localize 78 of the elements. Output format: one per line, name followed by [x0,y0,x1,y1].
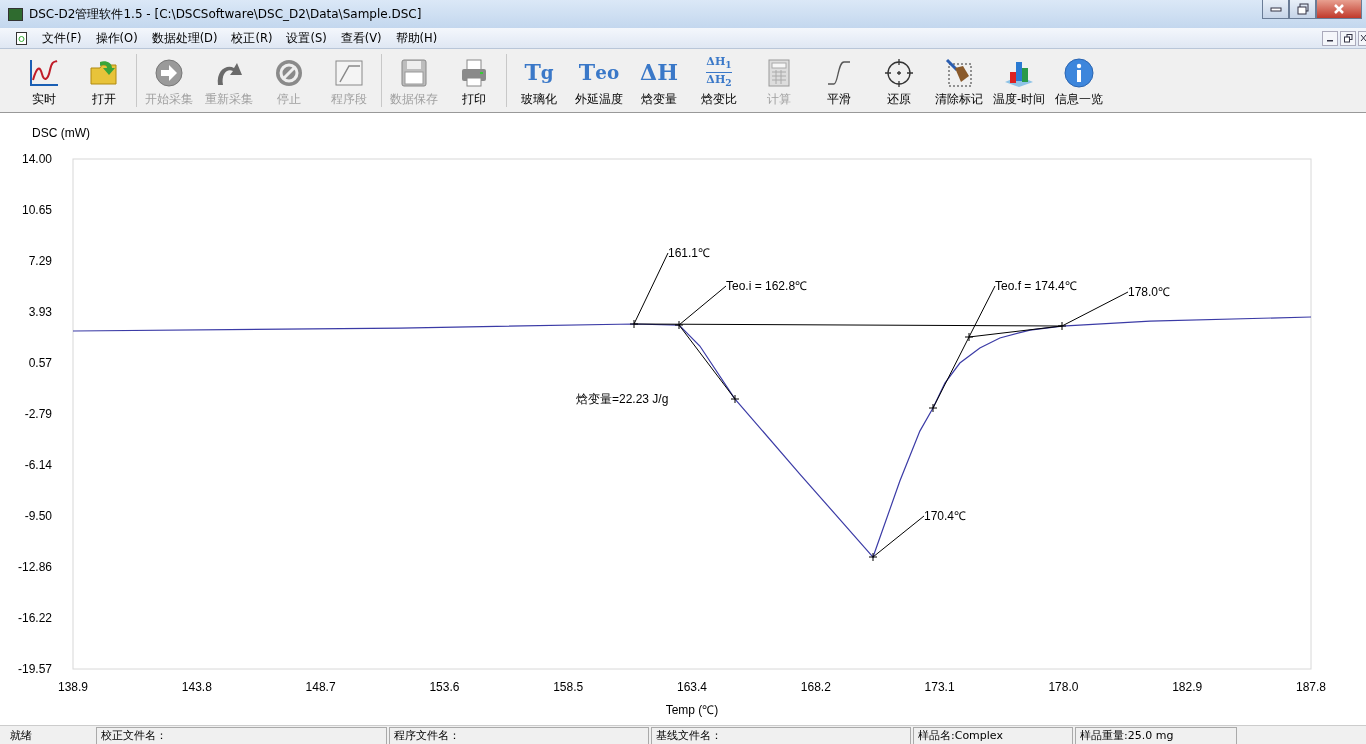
toolbar-button[interactable]: 实时 [14,49,74,112]
axis-tick-label: -6.14 [24,457,52,472]
toolbar-button[interactable]: 还原 [869,49,929,112]
menu-item[interactable]: 设置(S) [279,30,334,46]
axis-tick-label: 7.29 [28,253,52,268]
leader-line [872,515,925,558]
close-icon [1333,3,1345,15]
axis-tick-label: 0.57 [28,356,52,371]
toolbar-button[interactable]: ΔH 焓变量 [629,49,689,112]
prohibited-icon [273,58,305,88]
formula-symbol: ΔH [640,58,678,87]
menu-item[interactable]: 数据处理(D) [144,30,225,46]
status-panel: 基线文件名： [651,726,911,744]
axis-tick-label: 10.65 [21,202,52,217]
close-button[interactable] [1316,0,1362,19]
status-text: 就绪 [9,727,33,743]
restore-button[interactable] [1340,30,1356,46]
window-title: DSC-D2管理软件1.5 - [C:\DSCSoftware\DSC_D2\Data\Sample.DSC] [29,5,423,23]
menu-item[interactable]: 查看(V) [333,30,389,46]
leader-line [1061,291,1129,327]
annotation-label: 170.4℃ [924,509,967,523]
axis-tick-label: 3.93 [28,305,52,319]
axis-tick-label: 153.6 [429,680,460,694]
folder-icon [88,58,120,88]
toolbar-button[interactable]: ΔH$_{1}$ ΔH$_{2}$ 焓变比 [689,49,749,112]
status-panel: 样品重量:25.0 mg [1075,726,1237,744]
axis-tick-label: 187.8 [1296,680,1326,694]
annotation-label: 焓变量=22.23 J/g [576,392,669,406]
toolbar-button[interactable]: 平滑 [809,49,869,112]
axis-tick-label: -12.86 [17,560,52,575]
document-icon [16,31,27,45]
status-panel: 程序文件名： [389,726,649,744]
axis-tick-label: -16.22 [17,611,52,626]
close-icon [1359,34,1366,42]
axis-tick-label: 182.9 [1172,680,1203,694]
menu-item[interactable]: 操作(O) [88,30,145,46]
axis-tick-label: 168.2 [800,680,831,694]
info-icon [1063,58,1095,88]
axis-tick-label: 163.4 [677,680,707,694]
ramp-graph-icon [333,58,365,88]
axis-tick-label: -9.50 [24,509,52,523]
axis-tick-label: -19.57 [17,662,52,676]
close-button[interactable] [1358,30,1366,46]
axis-tick-label: 173.1 [924,680,955,694]
status-panel: 校正文件名： [96,726,387,744]
toolbar-button[interactable]: 温度-时间 [989,49,1049,112]
restore-icon [1343,33,1353,43]
status-panel: 样品名:Complex [913,726,1073,744]
toolbar-button[interactable]: 打开 [74,49,134,112]
axis-tick-label: 143.8 [181,680,212,694]
brush-icon [943,58,975,88]
menu-item[interactable]: 帮助(H) [388,30,445,46]
maximize-button[interactable] [1289,0,1316,19]
menu-item[interactable]: 文件(F) [35,30,89,46]
toolbar-button[interactable]: 打印 [444,49,504,112]
axis-tick-label: 158.5 [553,680,584,694]
axis-tick-label: 148.7 [305,680,336,694]
minimize-icon [1269,6,1282,12]
crosshair-icon [883,58,915,88]
annotation-label: 161.1℃ [668,246,711,260]
menu-item[interactable]: 校正(R) [224,30,280,46]
minimize-button[interactable] [1262,0,1289,19]
toolbar-button[interactable]: 清除标记 [929,49,989,112]
y-axis-title: DSC (mW) [32,126,90,140]
annotation-label: Teo.f = 174.4℃ [995,279,1077,293]
arrow-right-icon [153,58,185,88]
app-icon [8,7,23,21]
axis-tick-label: -2.79 [24,407,52,422]
annotation-label: Teo.i = 162.8℃ [726,279,808,293]
axis-tick-label: 178.0 [1048,680,1079,694]
axis-tick-label: 138.9 [58,680,88,694]
restore-icon [1296,3,1309,15]
line-chart-icon [28,58,60,88]
axis-tick-label: 14.00 [21,152,52,166]
annotation-label: 178.0℃ [1128,285,1171,299]
toolbar-button[interactable]: 信息一览 [1049,49,1109,112]
minimize-button[interactable] [1322,30,1338,46]
x-axis-title: Temp (℃) [665,703,719,717]
